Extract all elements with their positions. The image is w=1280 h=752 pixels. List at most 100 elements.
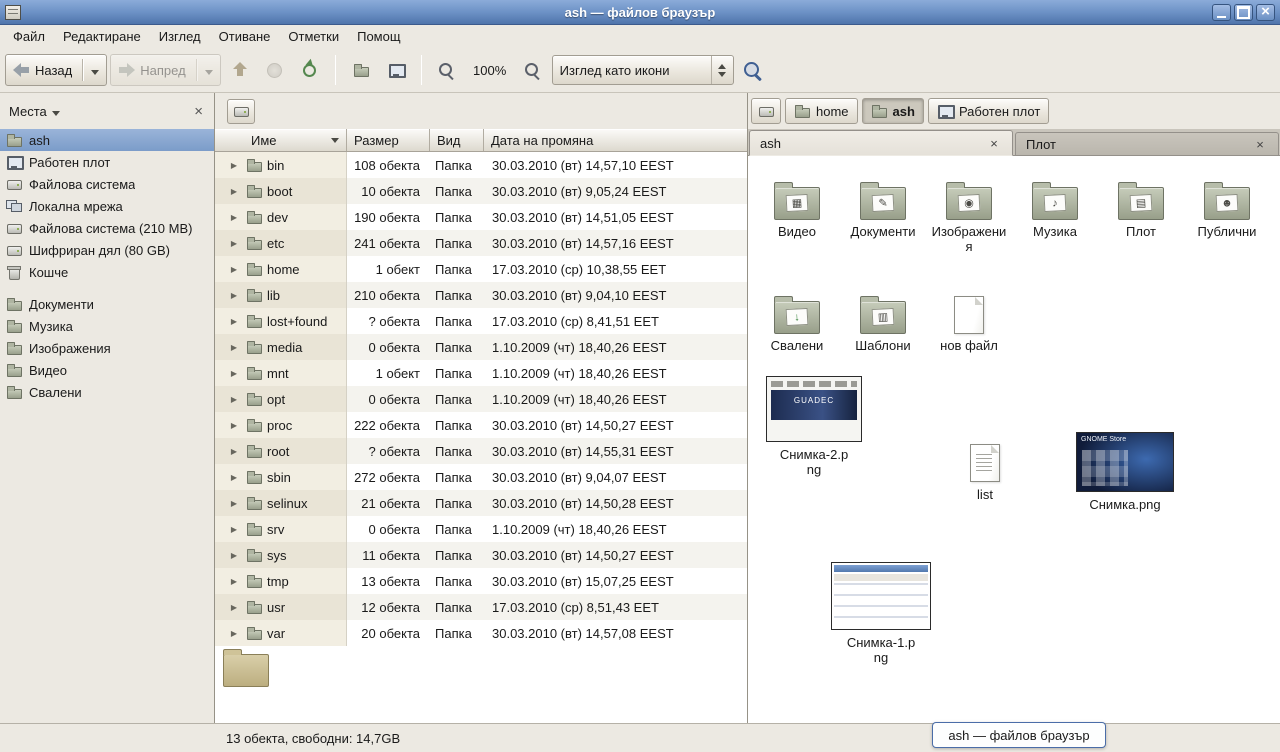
menu-item[interactable]: Отметки [279, 26, 348, 47]
sidebar-item[interactable]: Шифриран дял (80 GB) [0, 239, 214, 261]
expander-icon[interactable]: ▶ [227, 187, 241, 196]
home-button[interactable] [345, 54, 377, 86]
minimize-button[interactable] [1212, 4, 1231, 21]
expander-icon[interactable]: ▶ [227, 239, 241, 248]
icon-view-item[interactable]: Документи [840, 168, 926, 282]
menu-item[interactable]: Редактиране [54, 26, 150, 47]
pathbar-button[interactable]: home [785, 98, 858, 124]
table-row[interactable]: ▶ root ? обекта Папка 30.03.2010 (вт) 14… [215, 438, 747, 464]
expander-icon[interactable]: ▶ [227, 343, 241, 352]
root-location-button[interactable] [227, 99, 255, 124]
reload-button[interactable] [294, 54, 326, 86]
sidebar-item[interactable]: Изображения [0, 337, 214, 359]
table-row[interactable]: ▶ boot 10 обекта Папка 30.03.2010 (вт) 9… [215, 178, 747, 204]
pathbar-button[interactable]: Работен плот [928, 98, 1049, 124]
spinner-arrows-icon[interactable] [711, 56, 726, 84]
column-header[interactable]: Дата на промяна [484, 129, 747, 151]
root-crumb-button[interactable] [751, 98, 781, 124]
table-row[interactable]: ▶ usr 12 обекта Папка 17.03.2010 (ср) 8,… [215, 594, 747, 620]
table-row[interactable]: ▶ mnt 1 обект Папка 1.10.2009 (чт) 18,40… [215, 360, 747, 386]
table-row[interactable]: ▶ opt 0 обекта Папка 1.10.2009 (чт) 18,4… [215, 386, 747, 412]
up-button[interactable] [224, 54, 256, 86]
menu-item[interactable]: Помощ [348, 26, 409, 47]
icon-view-item[interactable]: list [942, 444, 1028, 503]
table-row[interactable]: ▶ proc 222 обекта Папка 30.03.2010 (вт) … [215, 412, 747, 438]
expander-icon[interactable]: ▶ [227, 603, 241, 612]
table-row[interactable]: ▶ etc 241 обекта Папка 30.03.2010 (вт) 1… [215, 230, 747, 256]
menu-item[interactable]: Отиване [210, 26, 280, 47]
table-row[interactable]: ▶ selinux 21 обекта Папка 30.03.2010 (вт… [215, 490, 747, 516]
table-row[interactable]: ▶ bin 108 обекта Папка 30.03.2010 (вт) 1… [215, 152, 747, 178]
close-button[interactable] [1256, 4, 1275, 21]
tab[interactable]: Плот × [1015, 132, 1279, 155]
sidebar-item[interactable]: Файлова система [0, 173, 214, 195]
expander-icon[interactable]: ▶ [227, 447, 241, 456]
table-row[interactable]: ▶ var 20 обекта Папка 30.03.2010 (вт) 14… [215, 620, 747, 646]
sidebar-item[interactable]: Музика [0, 315, 214, 337]
pathbar-button[interactable]: ash [862, 98, 924, 124]
menu-item[interactable]: Файл [4, 26, 54, 47]
sidebar-item[interactable]: Локална мрежа [0, 195, 214, 217]
expander-icon[interactable]: ▶ [227, 317, 241, 326]
icon-view-item[interactable]: Публични [1184, 168, 1270, 282]
forward-button[interactable]: Напред [110, 54, 220, 86]
table-row[interactable]: ▶ dev 190 обекта Папка 30.03.2010 (вт) 1… [215, 204, 747, 230]
back-history-dropdown-icon[interactable] [91, 70, 99, 75]
sidebar-title[interactable]: Места [9, 104, 47, 119]
back-button[interactable]: Назад [5, 54, 107, 86]
sidebar-item[interactable]: Работен плот [0, 151, 214, 173]
expander-icon[interactable]: ▶ [227, 161, 241, 170]
zoom-in-button[interactable] [517, 54, 549, 86]
maximize-button[interactable] [1234, 4, 1253, 21]
icon-view-item[interactable]: Музика [1012, 168, 1098, 282]
table-row[interactable]: ▶ tmp 13 обекта Папка 30.03.2010 (вт) 15… [215, 568, 747, 594]
expander-icon[interactable]: ▶ [227, 291, 241, 300]
icon-view-item[interactable]: GNOME Store GNOME Store Снимка.png [1069, 432, 1181, 513]
tab[interactable]: ash × [749, 130, 1013, 156]
sidebar-close-button[interactable]: × [192, 104, 205, 119]
table-row[interactable]: ▶ lost+found ? обекта Папка 17.03.2010 (… [215, 308, 747, 334]
icon-view-item[interactable]: Видео [754, 168, 840, 282]
expander-icon[interactable]: ▶ [227, 577, 241, 586]
table-row[interactable]: ▶ lib 210 обекта Папка 30.03.2010 (вт) 9… [215, 282, 747, 308]
sidebar-item[interactable]: Файлова система (210 MB) [0, 217, 214, 239]
expander-icon[interactable]: ▶ [227, 551, 241, 560]
computer-button[interactable] [380, 54, 412, 86]
column-header[interactable]: Име [215, 129, 347, 151]
taskbar-window-label[interactable]: ash — файлов браузър [932, 722, 1106, 748]
expander-icon[interactable]: ▶ [227, 213, 241, 222]
sidebar-item[interactable]: Свалени [0, 381, 214, 403]
sidebar-item[interactable]: Кошче [0, 261, 214, 283]
icon-view-item[interactable]: Снимка-1.png [826, 562, 936, 666]
expander-icon[interactable]: ▶ [227, 265, 241, 274]
expander-icon[interactable]: ▶ [227, 369, 241, 378]
icon-view-item[interactable]: нов файл [926, 282, 1012, 396]
menu-item[interactable]: Изглед [150, 26, 210, 47]
titlebar[interactable]: ash — файлов браузър [0, 0, 1280, 25]
sidebar-item[interactable]: Документи [0, 293, 214, 315]
sidebar-item[interactable]: ash [0, 129, 214, 151]
stop-button[interactable] [259, 54, 291, 86]
expander-icon[interactable]: ▶ [227, 421, 241, 430]
icon-view-item[interactable]: GUADEC GUADEC Снимка-2.png [762, 376, 866, 478]
icon-view-item[interactable]: Плот [1098, 168, 1184, 282]
expander-icon[interactable]: ▶ [227, 473, 241, 482]
column-header[interactable]: Вид [430, 129, 484, 151]
table-row[interactable]: ▶ srv 0 обекта Папка 1.10.2009 (чт) 18,4… [215, 516, 747, 542]
view-mode-select[interactable]: Изглед като икони [552, 55, 734, 85]
icon-view[interactable]: Видео Документи [748, 156, 1280, 723]
expander-icon[interactable]: ▶ [227, 499, 241, 508]
expander-icon[interactable]: ▶ [227, 629, 241, 638]
chevron-down-icon[interactable] [52, 111, 60, 116]
expander-icon[interactable]: ▶ [227, 395, 241, 404]
tab-close-button[interactable]: × [986, 135, 1002, 151]
icon-view-item[interactable]: Изображения [926, 168, 1012, 282]
search-button[interactable] [737, 54, 769, 86]
table-row[interactable]: ▶ home 1 обект Папка 17.03.2010 (ср) 10,… [215, 256, 747, 282]
expander-icon[interactable]: ▶ [227, 525, 241, 534]
sidebar-item[interactable]: Видео [0, 359, 214, 381]
column-header[interactable]: Размер [347, 129, 430, 151]
table-row[interactable]: ▶ sbin 272 обекта Папка 30.03.2010 (вт) … [215, 464, 747, 490]
tab-close-button[interactable]: × [1252, 136, 1268, 152]
table-row[interactable]: ▶ sys 11 обекта Папка 30.03.2010 (вт) 14… [215, 542, 747, 568]
